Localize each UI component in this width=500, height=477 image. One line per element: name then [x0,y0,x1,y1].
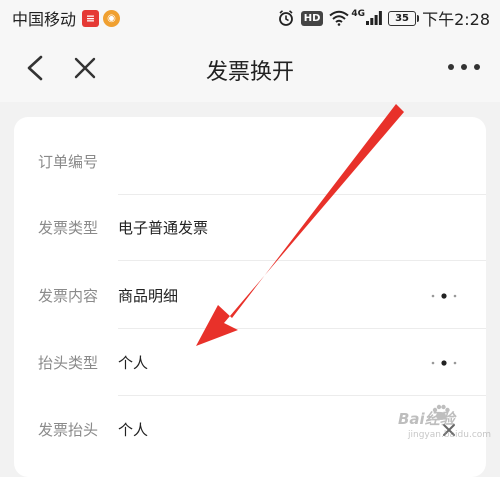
form-row-order-number[interactable]: 订单编号 [14,129,486,195]
network-type-label: 4G [351,9,366,19]
option-dots-icon[interactable] [430,358,458,368]
watermark-url: jingyan.baidu.com [408,430,492,440]
title-type-label: 抬头类型 [38,354,99,372]
alarm-clock-icon [278,10,293,26]
row-divider [118,395,486,396]
row-divider [118,328,486,329]
invoice-content-value: 商品明细 [118,287,179,305]
signal-icon [366,11,382,25]
wifi-icon [329,10,350,26]
navigation-bar: 发票换开 [0,34,500,102]
row-divider [118,260,486,261]
invoice-content-label: 发票内容 [38,287,99,305]
form-row-title-type[interactable]: 抬头类型 个人 [14,330,486,396]
invoice-title-label: 发票抬头 [38,421,99,439]
status-bar-left: 中国移动 ≡ ◉ [12,7,121,29]
more-options-icon[interactable] [446,62,482,72]
title-type-value: 个人 [118,354,149,372]
page-title: 发票换开 [205,60,294,85]
invoice-type-value: 电子普通发票 [118,219,209,237]
status-bar-right: HD 4G 35 下午2:28 [271,6,490,30]
invoice-type-label: 发票类型 [38,219,99,237]
status-time: 下午2:28 [422,10,490,29]
invoice-title-value: 个人 [118,421,149,439]
app-notification-icon: ≡ [82,9,100,27]
baidu-jingyan-watermark: Bai经验 jingyan.baidu.com [394,400,492,450]
watermark-brand: Bai经验 [398,410,455,428]
status-bar: 中国移动 ≡ ◉ HD 4G 35 下午2:28 [0,0,500,34]
form-row-invoice-type[interactable]: 发票类型 电子普通发票 [14,195,486,261]
hd-voice-badge: HD [300,10,324,26]
carrier-name: 中国移动 [12,10,77,29]
battery-indicator: 35 [388,10,420,26]
app-notification-icon-2: ◉ [103,9,121,27]
order-number-label: 订单编号 [38,153,99,171]
form-row-invoice-content[interactable]: 发票内容 商品明细 [14,263,486,329]
option-dots-icon[interactable] [430,291,458,301]
